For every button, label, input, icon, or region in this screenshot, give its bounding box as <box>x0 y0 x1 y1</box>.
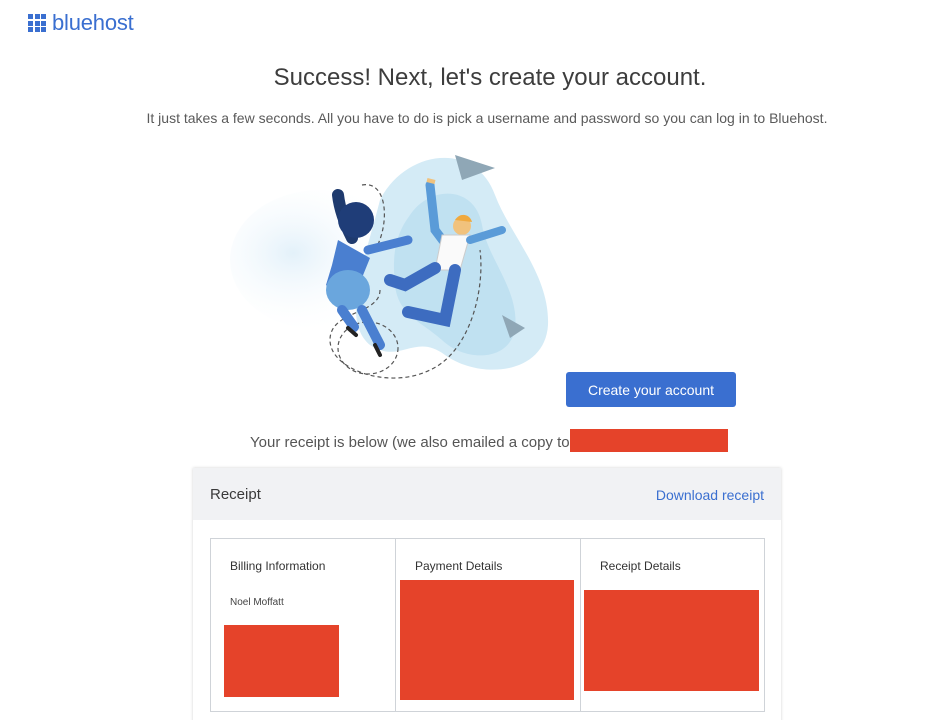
redacted-payment-details <box>400 580 574 700</box>
receipt-header: Receipt Download receipt <box>193 468 781 520</box>
receipt-details-column: Receipt Details <box>581 539 764 711</box>
grid-logo-icon <box>28 14 46 32</box>
billing-information-column: Billing Information Noel Moffatt <box>211 539 396 711</box>
receipt-table: Billing Information Noel Moffatt Payment… <box>210 538 765 712</box>
receipt-details-heading: Receipt Details <box>600 559 681 573</box>
page: bluehost Success! Next, let's create you… <box>0 0 950 720</box>
create-account-button[interactable]: Create your account <box>566 372 736 407</box>
page-subtitle: It just takes a few seconds. All you hav… <box>146 110 828 126</box>
payment-details-column: Payment Details <box>396 539 581 711</box>
logo-text: bluehost <box>52 10 134 35</box>
bluehost-logo[interactable]: bluehost <box>28 10 134 36</box>
receipt-note: Your receipt is below (we also emailed a… <box>250 434 570 451</box>
redacted-email <box>570 429 728 452</box>
receipt-card: Receipt Download receipt Billing Informa… <box>193 468 781 720</box>
redacted-receipt-details <box>584 590 759 691</box>
billing-information-heading: Billing Information <box>230 559 326 573</box>
billing-name: Noel Moffatt <box>230 597 284 608</box>
celebration-illustration <box>230 155 549 379</box>
download-receipt-link[interactable]: Download receipt <box>656 487 764 503</box>
page-title: Success! Next, let's create your account… <box>273 64 707 91</box>
payment-details-heading: Payment Details <box>415 559 503 573</box>
receipt-title: Receipt <box>210 486 261 503</box>
redacted-billing-details <box>224 625 339 697</box>
